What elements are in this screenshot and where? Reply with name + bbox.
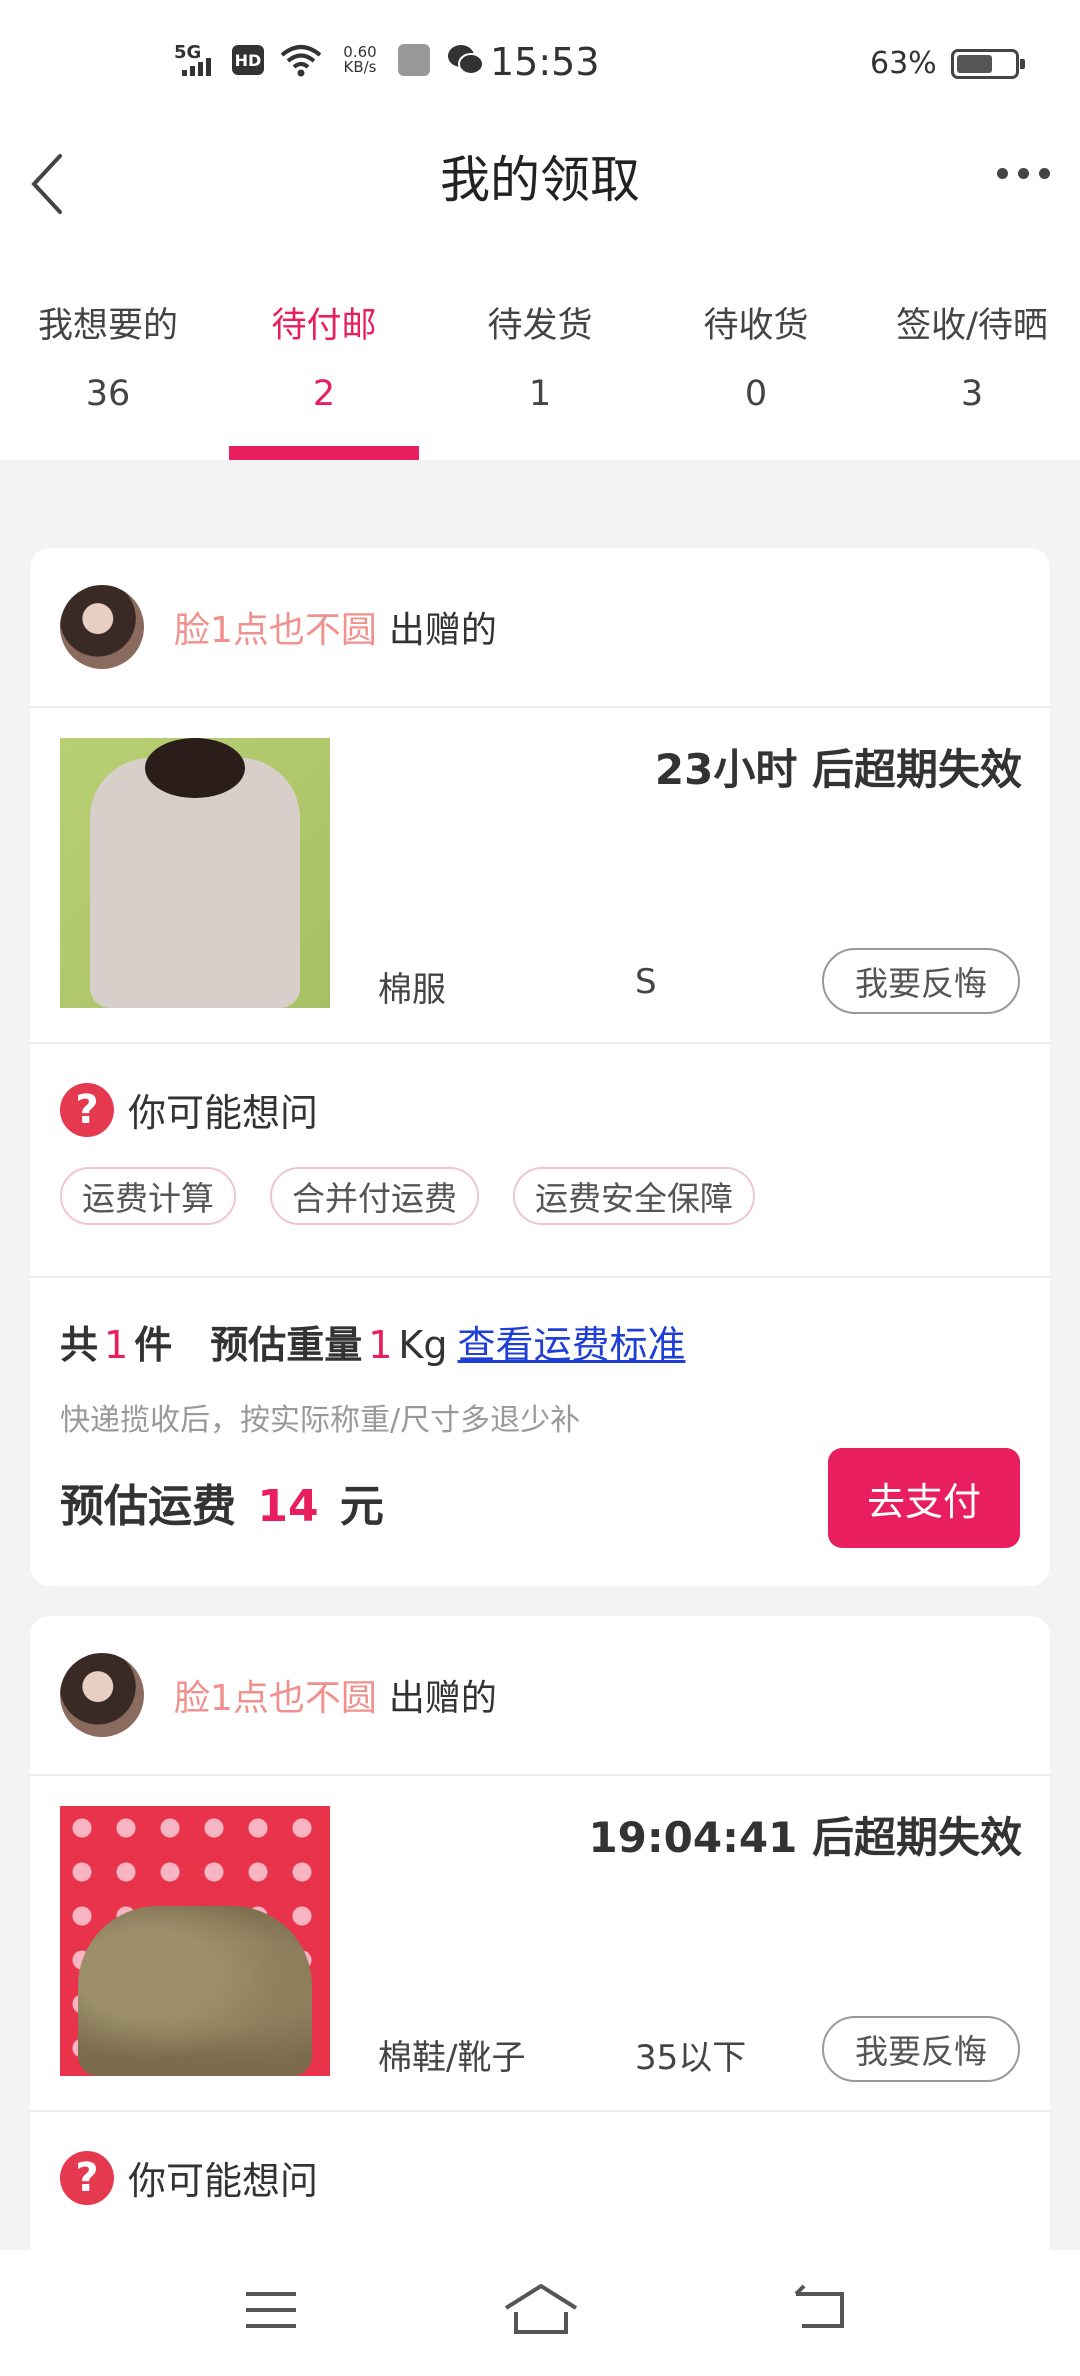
shipping-summary: 共 1 件 预估重量 1 Kg 查看运费标准 快递揽收后，按实际称重/尺寸多退少… — [30, 1278, 1050, 1582]
item-row[interactable]: 23小时 后超期失效 棉服 S 我要反悔 — [30, 708, 1050, 1044]
weight-value: 1 — [368, 1323, 393, 1367]
giver-suffix: 出赠的 — [388, 610, 497, 651]
tab-received-showcase[interactable]: 签收/待晒 3 — [864, 280, 1080, 460]
battery-percent: 63% — [870, 46, 937, 81]
item-photo[interactable] — [60, 1806, 330, 2076]
order-card: 脸1点也不圆 出赠的 23小时 后超期失效 棉服 S 我要反悔 ? 你可能想问 … — [30, 548, 1050, 1586]
item-row[interactable]: 19:04:41 后超期失效 棉鞋/靴子 35以下 我要反悔 — [30, 1776, 1050, 2112]
faq-section: ? 你可能想问 运费计算 合并付运费 运费安全保障 — [30, 1044, 1050, 1278]
network-speed: 0.60 KB/s — [343, 43, 377, 76]
fee-amount: 14 — [257, 1481, 319, 1532]
avatar[interactable] — [60, 585, 144, 669]
item-category: 棉鞋/靴子 — [378, 2038, 526, 2078]
app-notification-icon — [398, 44, 430, 76]
item-photo[interactable] — [60, 738, 330, 1008]
status-bar: 5G HD 0.60 KB/s 15:53 63% — [0, 0, 1080, 130]
faq-chip-shipping-calc[interactable]: 运费计算 — [60, 1167, 236, 1225]
tab-pending-receipt[interactable]: 待收货 0 — [648, 280, 864, 460]
faq-chip-combine-shipping[interactable]: 合并付运费 — [270, 1167, 479, 1225]
menu-icon[interactable] — [236, 2280, 306, 2340]
tab-pending-shipment[interactable]: 待发货 1 — [432, 280, 648, 460]
system-nav-bar — [0, 2250, 1080, 2376]
question-icon: ? — [60, 1082, 114, 1137]
clock: 15:53 — [490, 40, 600, 84]
expire-countdown: 19:04:41 后超期失效 — [588, 1813, 1022, 1862]
regret-button[interactable]: 我要反悔 — [822, 2016, 1020, 2082]
order-status-tabs: 我想要的 36 待付邮 2 待发货 1 待收货 0 签收/待晒 3 — [0, 280, 1080, 460]
expire-countdown: 23小时 后超期失效 — [654, 745, 1022, 794]
shipping-standard-link[interactable]: 查看运费标准 — [457, 1314, 685, 1369]
item-size: S — [635, 962, 657, 1002]
giver-row[interactable]: 脸1点也不圆 出赠的 — [30, 1616, 1050, 1776]
hd-icon: HD — [232, 45, 264, 75]
avatar[interactable] — [60, 1653, 144, 1737]
app-header: 我的领取 — [0, 130, 1080, 280]
item-category: 棉服 — [378, 970, 446, 1010]
wechat-icon — [448, 45, 484, 75]
pay-button[interactable]: 去支付 — [828, 1448, 1020, 1548]
faq-chip-shipping-guarantee[interactable]: 运费安全保障 — [513, 1167, 755, 1225]
giver-suffix: 出赠的 — [388, 1678, 497, 1719]
shipping-note: 快递揽收后，按实际称重/尺寸多退少补 — [60, 1403, 581, 1438]
giver-name[interactable]: 脸1点也不圆 — [174, 601, 377, 653]
giver-row[interactable]: 脸1点也不圆 出赠的 — [30, 548, 1050, 708]
item-size: 35以下 — [635, 2038, 747, 2078]
cellular-signal-icon: 5G — [172, 42, 216, 78]
item-count: 1 — [104, 1323, 129, 1367]
regret-button[interactable]: 我要反悔 — [822, 948, 1020, 1014]
back-nav-icon[interactable] — [786, 2280, 856, 2340]
question-icon: ? — [60, 2150, 114, 2205]
wifi-icon — [280, 45, 322, 77]
faq-title: 你可能想问 — [128, 1091, 319, 1135]
giver-name[interactable]: 脸1点也不圆 — [174, 1669, 377, 1721]
tab-wanted[interactable]: 我想要的 36 — [0, 280, 216, 460]
more-options-icon[interactable] — [997, 168, 1050, 179]
faq-title: 你可能想问 — [128, 2159, 319, 2203]
estimated-fee: 预估运费 14 元 — [60, 1481, 384, 1532]
home-icon[interactable] — [500, 2280, 582, 2340]
tab-pending-postage[interactable]: 待付邮 2 — [216, 280, 432, 460]
page-title: 我的领取 — [440, 151, 640, 209]
battery-icon — [950, 48, 1025, 79]
